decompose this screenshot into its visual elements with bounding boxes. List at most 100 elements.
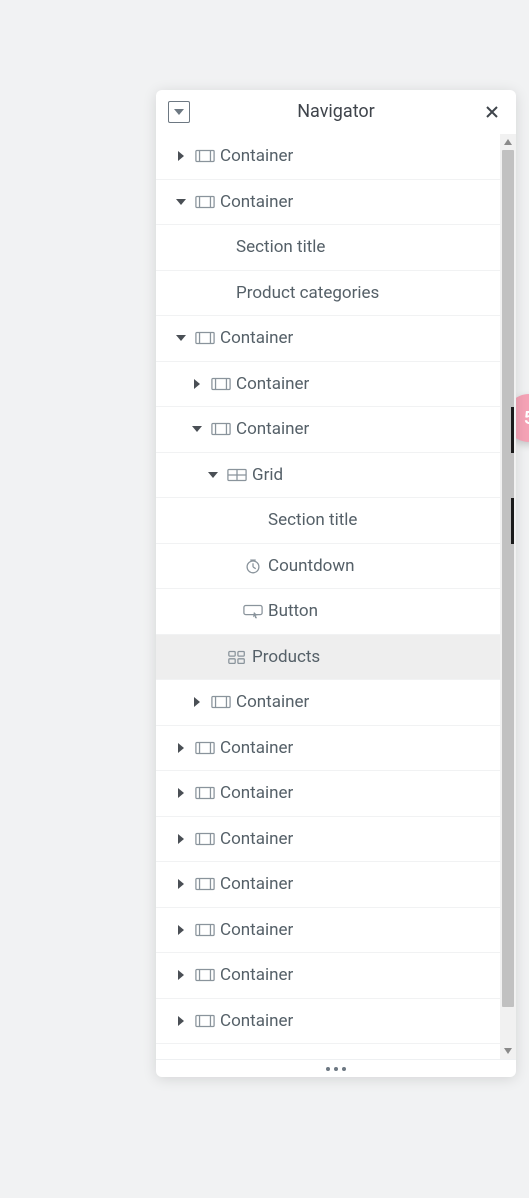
countdown-icon: [238, 558, 268, 574]
tree-row-label: Container: [220, 965, 293, 985]
tree-row[interactable]: Section title: [156, 498, 500, 544]
container-icon: [206, 421, 236, 437]
container-icon: [190, 876, 220, 892]
tree-row-label: Container: [220, 192, 293, 212]
chevron-right-icon: [176, 879, 186, 889]
expand-arrow[interactable]: [172, 925, 190, 935]
tree-row[interactable]: Container: [156, 362, 500, 408]
tree-row[interactable]: Grid: [156, 453, 500, 499]
tree-row[interactable]: Container: [156, 316, 500, 362]
tree-row-label: Container: [220, 874, 293, 894]
help-badge-text: 5: [524, 408, 529, 429]
tree-row-label: Grid: [252, 465, 283, 485]
expand-arrow[interactable]: [172, 788, 190, 798]
button-icon: [238, 603, 268, 619]
tree-row[interactable]: Container: [156, 862, 500, 908]
chevron-right-icon: [176, 834, 186, 844]
chevron-right-icon: [176, 1016, 186, 1026]
tree-row[interactable]: Container: [156, 999, 500, 1045]
chevron-down-icon: [208, 470, 218, 480]
scrollbar[interactable]: [500, 134, 516, 1059]
expand-arrow[interactable]: [172, 333, 190, 343]
products-icon: [222, 649, 252, 665]
grid-icon: [222, 467, 252, 483]
container-icon: [190, 148, 220, 164]
expand-arrow[interactable]: [204, 470, 222, 480]
tree-row-label: Container: [220, 738, 293, 758]
container-icon: [206, 694, 236, 710]
row-accent: [511, 407, 514, 453]
container-icon: [190, 330, 220, 346]
expand-arrow[interactable]: [172, 879, 190, 889]
tree-row-label: Container: [220, 783, 293, 803]
tree-row[interactable]: Container: [156, 953, 500, 999]
close-icon: [484, 104, 500, 120]
scroll-track[interactable]: [500, 150, 516, 1043]
tree-row-label: Container: [220, 829, 293, 849]
tree-row[interactable]: Container: [156, 771, 500, 817]
expand-arrow[interactable]: [188, 424, 206, 434]
container-icon: [190, 922, 220, 938]
tree-row[interactable]: Product categories: [156, 271, 500, 317]
chevron-down-icon: [192, 424, 202, 434]
navigator-header: Navigator: [156, 90, 516, 134]
navigator-panel: Navigator Container Container Section titl…: [156, 90, 516, 1077]
container-icon: [190, 831, 220, 847]
expand-arrow[interactable]: [172, 743, 190, 753]
triangle-down-icon: [503, 1046, 513, 1056]
tree-row[interactable]: Section title: [156, 225, 500, 271]
triangle-up-icon: [503, 137, 513, 147]
tree-row[interactable]: Container: [156, 134, 500, 180]
container-icon: [206, 376, 236, 392]
chevron-right-icon: [176, 151, 186, 161]
tree-row-label: Section title: [268, 510, 357, 530]
container-icon: [190, 785, 220, 801]
expand-arrow[interactable]: [172, 834, 190, 844]
container-icon: [190, 1013, 220, 1029]
chevron-right-icon: [176, 925, 186, 935]
tree-row[interactable]: Container: [156, 908, 500, 954]
chevron-down-icon: [176, 333, 186, 343]
expand-arrow[interactable]: [188, 697, 206, 707]
scroll-down-button[interactable]: [500, 1043, 516, 1059]
tree-row[interactable]: Container: [156, 726, 500, 772]
tree-row-label: Container: [220, 920, 293, 940]
chevron-right-icon: [192, 379, 202, 389]
tree-row[interactable]: Products: [156, 635, 500, 681]
close-button[interactable]: [478, 98, 506, 126]
tree-row-label: Section title: [236, 237, 325, 257]
container-icon: [190, 194, 220, 210]
collapse-all-toggle[interactable]: [168, 101, 190, 123]
tree-row[interactable]: Button: [156, 589, 500, 635]
tree-row-label: Button: [268, 601, 318, 621]
tree-row-label: Container: [220, 328, 293, 348]
tree-row[interactable]: Container: [156, 817, 500, 863]
chevron-down-icon: [176, 197, 186, 207]
tree-row[interactable]: Countdown: [156, 544, 500, 590]
tree-row-label: Products: [252, 647, 320, 667]
tree-row[interactable]: Container: [156, 680, 500, 726]
row-accent: [511, 498, 514, 544]
tree-row-label: Container: [220, 146, 293, 166]
tree-row[interactable]: Container: [156, 180, 500, 226]
scroll-up-button[interactable]: [500, 134, 516, 150]
expand-arrow[interactable]: [188, 379, 206, 389]
tree-row-label: Container: [236, 374, 309, 394]
tree-row-label: Container: [236, 692, 309, 712]
expand-arrow[interactable]: [172, 1016, 190, 1026]
expand-arrow[interactable]: [172, 197, 190, 207]
tree-row-label: Countdown: [268, 556, 355, 576]
chevron-right-icon: [176, 970, 186, 980]
chevron-right-icon: [192, 697, 202, 707]
expand-arrow[interactable]: [172, 970, 190, 980]
scroll-thumb[interactable]: [502, 150, 514, 1007]
expand-arrow[interactable]: [172, 151, 190, 161]
tree-row[interactable]: Container: [156, 407, 500, 453]
container-icon: [190, 967, 220, 983]
chevron-right-icon: [176, 743, 186, 753]
resize-handle[interactable]: [156, 1059, 516, 1077]
chevron-down-icon: [173, 106, 185, 118]
container-icon: [190, 740, 220, 756]
navigator-body: Container Container Section title Product c…: [156, 134, 516, 1059]
panel-title: Navigator: [156, 101, 516, 122]
